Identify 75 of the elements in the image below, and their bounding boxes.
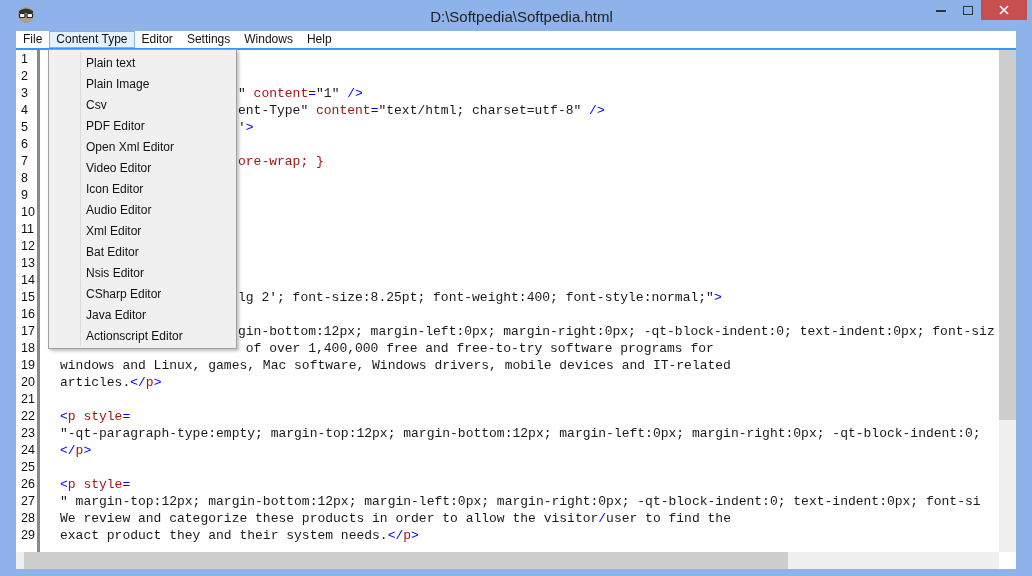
menu-item[interactable]: File	[16, 31, 50, 48]
line-number: 19	[21, 358, 35, 372]
dropdown-item[interactable]: Plain text	[49, 53, 236, 74]
menu-item[interactable]: Editor	[134, 31, 180, 48]
dropdown-item[interactable]: Java Editor	[49, 305, 236, 326]
code-line: We review and categorize these products in order to allow the visitor/user to find the	[60, 510, 731, 527]
code-line: " margin-top:12px; margin-bottom:12px; margin-left:0px; margin-right:0px; -qt-block-indent:0; text-indent:0px; font-si	[60, 493, 981, 510]
line-number: 20	[21, 375, 35, 389]
line-number: 21	[21, 392, 35, 406]
dropdown-item[interactable]: CSharp Editor	[49, 284, 236, 305]
minimize-icon	[936, 8, 946, 12]
code-line: " content="1" />	[238, 85, 363, 102]
dropdown-item[interactable]: Xml Editor	[49, 221, 236, 242]
code-line: lg 2'; font-size:8.25pt; font-weight:400; font-style:normal;">	[238, 289, 722, 306]
dropdown-item[interactable]: Nsis Editor	[49, 263, 236, 284]
line-number: 17	[21, 324, 35, 338]
menu-item[interactable]: Windows	[237, 31, 300, 48]
line-number: 4	[21, 103, 28, 117]
menu-item[interactable]: Content Type	[49, 31, 135, 48]
code-line: <p style=	[60, 476, 131, 493]
code-line: exact product they and their system needs.</p>	[60, 527, 419, 544]
menu-item[interactable]: Settings	[179, 31, 238, 48]
dropdown-item[interactable]: Video Editor	[49, 158, 236, 179]
line-number: 15	[21, 290, 35, 304]
close-icon	[999, 5, 1009, 15]
code-line: <p style=	[60, 408, 131, 425]
dropdown-item[interactable]: Csv	[49, 95, 236, 116]
line-number: 5	[21, 120, 28, 134]
line-number: 12	[21, 239, 35, 253]
code-line: windows and Linux, games, Mac software, Windows drivers, mobile devices and IT-related	[60, 357, 731, 374]
line-number: 16	[21, 307, 35, 321]
vertical-scrollbar[interactable]	[999, 50, 1016, 552]
code-line: ore-wrap; }	[238, 153, 324, 170]
line-number: 24	[21, 443, 35, 457]
code-line: of over 1,400,000 free and free-to-try software programs for	[244, 340, 714, 357]
window-title: D:\Softpedia\Softpedia.html	[429, 7, 613, 27]
line-number: 3	[21, 86, 28, 100]
line-number: 11	[21, 222, 34, 236]
dropdown-item[interactable]: Audio Editor	[49, 200, 236, 221]
dropdown-item[interactable]: Plain Image	[49, 74, 236, 95]
line-number: 18	[21, 341, 35, 355]
line-number: 29	[21, 528, 35, 542]
line-number: 14	[21, 273, 35, 287]
dropdown-item[interactable]: Open Xml Editor	[49, 137, 236, 158]
dropdown-item[interactable]: Bat Editor	[49, 242, 236, 263]
line-number: 10	[21, 205, 35, 219]
menu-item[interactable]: Help	[299, 31, 339, 48]
horizontal-scrollbar[interactable]	[16, 552, 999, 569]
scrollbar-thumb[interactable]	[999, 50, 1016, 420]
close-button[interactable]	[981, 0, 1027, 20]
glasses-icon	[17, 6, 35, 24]
line-number: 22	[21, 409, 35, 423]
line-number: 28	[21, 511, 35, 525]
code-line: articles.</p>	[60, 374, 162, 391]
dropdown-item[interactable]: Actionscript Editor	[49, 326, 236, 347]
line-number: 6	[21, 137, 28, 151]
line-number: 1	[21, 52, 28, 66]
code-line: ent-Type" content="text/html; charset=utf-8" />	[238, 102, 605, 119]
code-line: gin-bottom:12px; margin-left:0px; margin-right:0px; -qt-block-indent:0; text-indent:0px; font-siz	[238, 323, 995, 340]
line-number: 13	[21, 256, 35, 270]
line-number: 7	[21, 154, 28, 168]
line-number: 2	[21, 69, 28, 83]
line-number: 25	[21, 460, 35, 474]
maximize-icon	[962, 5, 973, 15]
code-line: "-qt-paragraph-type:empty; margin-top:12px; margin-bottom:12px; margin-left:0px; margin-right:0px; -qt-block-indent:0;	[60, 425, 981, 442]
dropdown-item[interactable]: PDF Editor	[49, 116, 236, 137]
code-line: </p>	[60, 442, 92, 459]
line-number: 23	[21, 426, 35, 440]
line-number: 8	[21, 171, 28, 185]
line-number: 26	[21, 477, 35, 491]
scrollbar-thumb[interactable]	[24, 552, 788, 569]
code-line: '>	[238, 119, 254, 136]
dropdown-item[interactable]: Icon Editor	[49, 179, 236, 200]
line-number: 27	[21, 494, 35, 508]
line-number: 9	[21, 188, 28, 202]
